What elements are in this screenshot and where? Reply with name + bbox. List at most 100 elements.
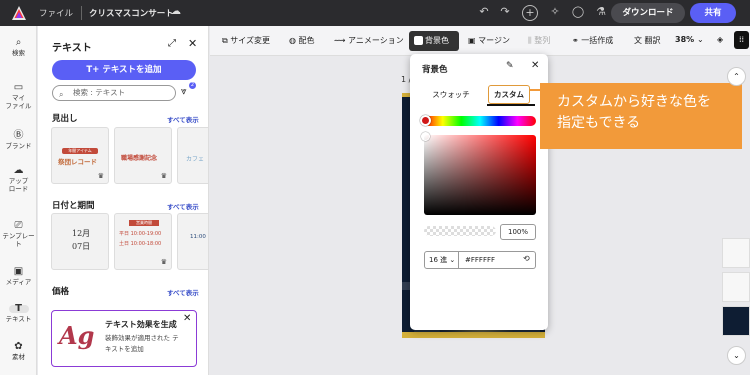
- close-icon[interactable]: ✕: [188, 37, 197, 50]
- elements-icon: ✿: [14, 341, 23, 352]
- zoom-dropdown-chevron-icon[interactable]: ⌄: [697, 35, 704, 44]
- toolbar-background-color[interactable]: 背景色: [409, 31, 459, 51]
- premium-crown-icon: ♛: [160, 258, 167, 266]
- heading-template-card[interactable]: 職場感謝記念 ♛: [114, 127, 172, 184]
- popover-title: 背景色: [422, 65, 448, 75]
- date-template-card[interactable]: 11:00: [177, 213, 208, 270]
- card-text: 土日 10:00-18:00: [119, 241, 162, 247]
- rail-label: 素材: [12, 353, 25, 361]
- brand-icon: Ⓑ: [13, 130, 24, 141]
- rail-label: ブランド: [5, 142, 32, 150]
- active-tab-indicator: [487, 104, 535, 106]
- share-button[interactable]: 共有: [690, 3, 736, 23]
- search-icon: ⌕: [59, 90, 64, 99]
- rail-label: マイ ファイル: [5, 94, 32, 110]
- see-all-link[interactable]: すべて表示: [167, 287, 199, 297]
- page-thumbnail[interactable]: [722, 306, 750, 336]
- text-effects-promo-card[interactable]: Ag テキスト効果を生成 装飾効果が適用された テキストを追加 ✕: [51, 310, 197, 367]
- see-all-link[interactable]: すべて表示: [167, 201, 199, 211]
- page-thumbnail[interactable]: [722, 272, 750, 302]
- see-all-link[interactable]: すべて表示: [167, 114, 199, 124]
- translate-icon: 文: [634, 36, 645, 45]
- callout-connector: [530, 89, 540, 91]
- card-text: カフェ: [186, 156, 205, 163]
- opacity-slider[interactable]: [424, 226, 496, 236]
- add-text-icon: T+: [86, 65, 103, 75]
- document-title[interactable]: クリスマスコンサート: [89, 7, 174, 19]
- comment-icon[interactable]: ◯: [570, 5, 586, 21]
- toolbar-align[interactable]: ⫼ 整列: [528, 35, 550, 46]
- heading-template-card[interactable]: カフェ: [177, 127, 208, 184]
- toolbar-translate[interactable]: 文 翻訳: [634, 35, 661, 46]
- toolbar-palette[interactable]: ◍ 配色: [289, 35, 315, 46]
- date-template-card[interactable]: 12月 07日: [51, 213, 109, 270]
- rail-item-search[interactable]: ⌕ 検索: [0, 38, 37, 58]
- add-text-button[interactable]: T+ テキストを追加: [52, 60, 196, 80]
- folder-icon: ▭: [13, 82, 24, 93]
- toolbar-animation[interactable]: ⟿ アニメーション: [334, 35, 404, 46]
- background-color-popover: 背景色 ✎ ✕ スウォッチ カスタム 100% 16 進 ⌄ #FFFFFF ⟲: [410, 54, 548, 330]
- grid-icon[interactable]: ⁞⁞: [734, 31, 749, 49]
- rail-item-my-files[interactable]: ▭ マイ ファイル: [0, 82, 37, 111]
- zoom-level[interactable]: 38%: [675, 35, 694, 44]
- hue-slider[interactable]: [424, 116, 536, 126]
- heading-template-card[interactable]: 年間アイテム 祭団レコード ♛: [51, 127, 109, 184]
- premium-crown-icon: ♛: [97, 172, 104, 180]
- annotation-callout: カスタムから好きな色を 指定もできる: [540, 83, 742, 149]
- chevron-down-icon[interactable]: ⌄: [727, 346, 746, 365]
- close-icon[interactable]: ✕: [183, 313, 191, 324]
- rail-label: 検索: [12, 49, 25, 57]
- rail-item-brand[interactable]: Ⓑ ブランド: [0, 130, 37, 151]
- page-thumbnail[interactable]: [722, 238, 750, 268]
- chevron-up-icon[interactable]: ⌃: [727, 67, 746, 86]
- context-toolbar: ⧉ サイズ変更 ◍ 配色 ⟿ アニメーション 背景色 ▣ マージン ⫼ 整列 ⚭…: [210, 26, 750, 56]
- redo-icon[interactable]: ↷: [497, 5, 513, 21]
- rail-item-elements[interactable]: ✿ 素材: [0, 341, 37, 362]
- refresh-icon[interactable]: ⟲: [523, 254, 530, 263]
- filter-icon[interactable]: ⩔: [181, 86, 187, 97]
- toolbar-bulk-create[interactable]: ⚭ 一括作成: [572, 35, 613, 46]
- text-effects-badge: Ag: [59, 321, 95, 350]
- layers-icon[interactable]: ◈: [717, 35, 723, 44]
- expand-icon[interactable]: ⤢: [168, 38, 176, 49]
- filter-count-badge: 2: [189, 82, 196, 89]
- panel-title: テキスト: [52, 43, 92, 54]
- hue-slider-handle[interactable]: [420, 115, 431, 126]
- cloud-sync-icon: ☁: [171, 6, 181, 17]
- opacity-field[interactable]: 100%: [500, 224, 536, 240]
- premium-crown-icon: ♛: [160, 172, 167, 180]
- card-text: 職場感謝記念: [121, 155, 158, 162]
- color-picker-handle[interactable]: [421, 132, 430, 141]
- color-format-select[interactable]: 16 進 ⌄: [424, 251, 459, 269]
- margin-icon: ▣: [468, 36, 479, 45]
- toolbar-margin[interactable]: ▣ マージン: [468, 35, 510, 46]
- adobe-express-logo-icon[interactable]: [11, 5, 27, 21]
- lightbulb-icon[interactable]: ✧: [547, 5, 563, 21]
- close-icon[interactable]: ✕: [531, 60, 539, 71]
- toolbar-resize[interactable]: ⧉ サイズ変更: [222, 35, 270, 46]
- rail-label: テキスト: [5, 315, 32, 323]
- eyedropper-icon[interactable]: ✎: [506, 61, 514, 71]
- file-menu[interactable]: ファイル: [39, 7, 73, 19]
- download-button[interactable]: ダウンロード: [611, 3, 685, 23]
- divider: [81, 6, 82, 20]
- bg-color-icon: [414, 36, 423, 45]
- media-icon: ▣: [13, 266, 24, 277]
- rail-item-templates[interactable]: ⎚ テンプレート: [0, 221, 37, 249]
- card-text: 祭団レコード: [58, 158, 97, 166]
- rail-item-media[interactable]: ▣ メディア: [0, 266, 37, 287]
- tab-custom[interactable]: カスタム: [488, 85, 530, 104]
- flask-icon[interactable]: ⚗: [593, 5, 609, 21]
- promo-title: テキスト効果を生成: [105, 320, 177, 329]
- rail-item-upload[interactable]: ☁ アップ ロード: [0, 166, 37, 194]
- tab-swatch[interactable]: スウォッチ: [420, 86, 482, 103]
- add-user-icon[interactable]: +: [522, 5, 538, 21]
- bulk-create-icon: ⚭: [572, 36, 582, 45]
- callout-line-1: カスタムから好きな色を: [557, 94, 711, 110]
- undo-icon[interactable]: ↶: [476, 5, 492, 21]
- saturation-value-picker[interactable]: [424, 135, 536, 215]
- search-input[interactable]: ⌕ 検索 : テキスト: [52, 85, 176, 101]
- date-template-card[interactable]: 営業時間 平日 10:00-19:00 土日 10:00-18:00 ♛: [114, 213, 172, 270]
- rail-item-text[interactable]: T テキスト: [0, 304, 37, 324]
- chevron-down-icon: ⌄: [449, 256, 456, 264]
